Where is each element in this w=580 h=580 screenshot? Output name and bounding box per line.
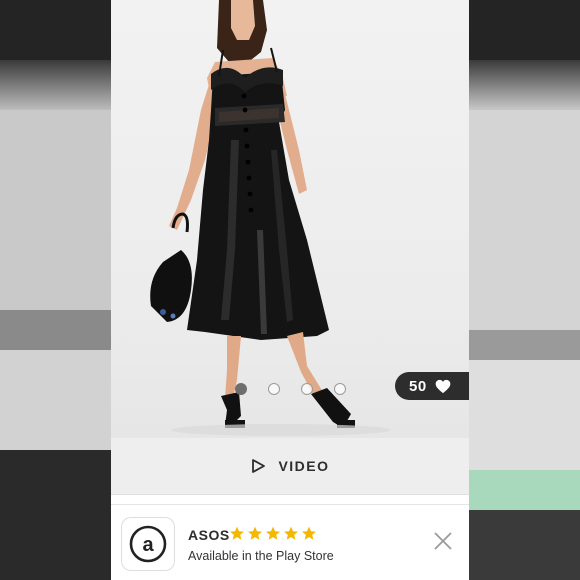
save-count: 50 <box>409 377 427 395</box>
heart-icon <box>435 379 451 394</box>
star-icon <box>266 526 280 540</box>
star-icon <box>284 526 298 540</box>
svg-text:a: a <box>142 534 154 556</box>
app-install-banner[interactable]: a ASOS Available in the Play Store <box>111 504 469 580</box>
carousel-indicator <box>235 383 346 395</box>
backdrop-right <box>469 0 580 580</box>
product-image[interactable]: 50 <box>111 0 469 438</box>
store-availability-text: Available in the Play Store <box>188 549 334 563</box>
asos-app-icon: a <box>121 517 175 571</box>
save-count-button[interactable]: 50 <box>395 372 469 400</box>
close-banner-button[interactable] <box>433 531 453 551</box>
star-icon <box>230 526 244 540</box>
rating-stars <box>229 526 317 541</box>
carousel-dot[interactable] <box>301 383 313 395</box>
video-button[interactable]: VIDEO <box>111 438 469 495</box>
video-label: VIDEO <box>278 458 330 474</box>
carousel-dot[interactable] <box>235 383 247 395</box>
backdrop-left <box>0 0 111 580</box>
close-icon <box>434 532 452 550</box>
carousel-dot[interactable] <box>268 383 280 395</box>
app-name: ASOS <box>188 527 230 543</box>
product-page: 50 VIDEO a ASOS Available in the Play St… <box>111 0 469 580</box>
star-icon <box>248 526 262 540</box>
star-icon <box>302 526 316 540</box>
play-icon <box>250 458 266 474</box>
carousel-dot[interactable] <box>334 383 346 395</box>
